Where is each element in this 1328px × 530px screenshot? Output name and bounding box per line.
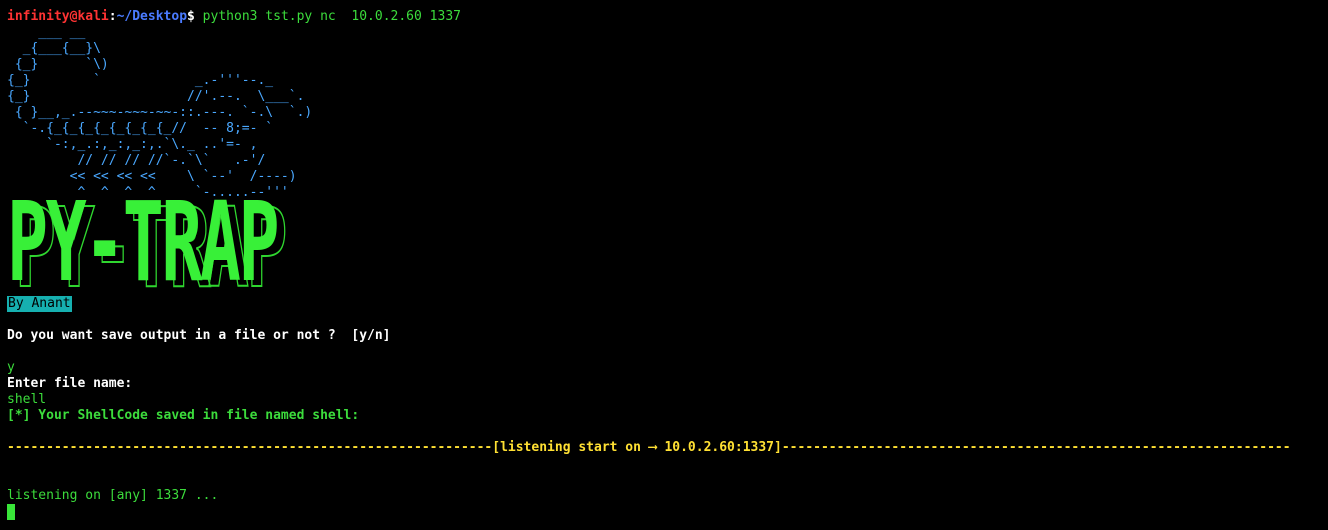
- entered-command: python3 tst.py nc 10.0.2.60 1337: [194, 9, 461, 24]
- prompt-symbol: $: [187, 9, 195, 24]
- command-line: infinity@kali:~/Desktop$ python3 tst.py …: [7, 9, 461, 25]
- save-output-question: Do you want save output in a file or not…: [7, 328, 391, 343]
- prompt-user-host: infinity@kali: [7, 9, 109, 24]
- prompt-path: ~/Desktop: [116, 9, 188, 24]
- shellcode-saved-message: [*] Your ShellCode saved in file named s…: [7, 408, 360, 423]
- author-byline: By Anant: [7, 296, 72, 312]
- user-answer: y: [7, 360, 15, 375]
- listener-banner: ----------------------------------------…: [7, 440, 1291, 455]
- terminal-window[interactable]: infinity@kali:~/Desktop$ python3 tst.py …: [0, 0, 1328, 530]
- file-name-prompt: Enter file name:: [7, 376, 133, 391]
- terminal-cursor[interactable]: [7, 504, 15, 520]
- scorpion-ascii-art: ___ __ _{___{__}\ {_} `\) {_} ` _.-'''--…: [7, 25, 313, 200]
- prompt-separator: :: [108, 9, 117, 24]
- py-trap-banner: PY-TRAP PY-TRAP: [7, 178, 437, 306]
- listening-status: listening on [any] 1337 ...: [7, 488, 219, 503]
- file-name-input: shell: [7, 392, 47, 407]
- banner-text: PY-TRAP: [7, 178, 280, 306]
